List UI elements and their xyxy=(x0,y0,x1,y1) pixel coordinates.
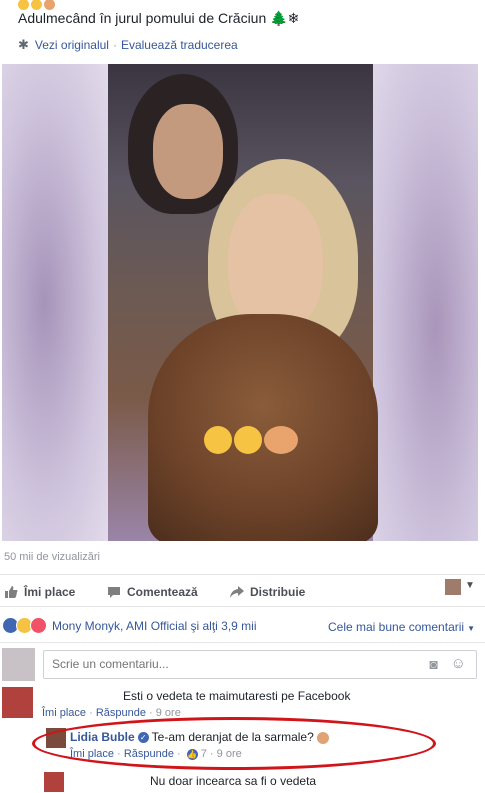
commenter-avatar[interactable] xyxy=(2,687,33,718)
gear-icon[interactable]: ✱ xyxy=(18,37,29,53)
video-blur-left xyxy=(2,64,108,541)
comment-label: Comentează xyxy=(127,585,198,599)
video-emoji-overlay xyxy=(204,426,298,454)
woman-face xyxy=(228,194,323,334)
reactions-text: Mony Monyk, AMI Official şi alţi 3,9 mii xyxy=(52,618,257,633)
comment-text: Esti o vedeta te maimutaresti pe Faceboo… xyxy=(123,689,351,703)
redacted-name xyxy=(40,685,120,705)
chevron-down-icon[interactable]: ▼ xyxy=(465,580,475,591)
like-label: Îmi place xyxy=(24,585,76,599)
laughing-emoji-icon xyxy=(204,426,232,454)
video-frame xyxy=(108,64,378,541)
share-button[interactable]: Distribuie xyxy=(230,585,305,599)
video-player[interactable] xyxy=(2,64,478,541)
laughing-emoji-icon xyxy=(18,0,29,10)
share-label: Distribuie xyxy=(250,585,306,599)
comment-text: Nu doar incearca sa fi o vedeta xyxy=(150,774,317,788)
comment-meta: Îmi place · Răspunde · 9 ore xyxy=(42,707,181,719)
reaction-emoji-strip xyxy=(18,0,78,10)
divider xyxy=(0,642,485,643)
laughing-emoji-icon xyxy=(234,426,262,454)
share-arrow-icon xyxy=(230,586,244,598)
comment-sort-dropdown[interactable]: Cele mai bune comentarii ▼ xyxy=(328,620,475,634)
chevron-down-icon: ▼ xyxy=(467,624,475,633)
comment-box: ◙ ☺ xyxy=(43,650,477,679)
divider xyxy=(0,606,485,607)
like-button[interactable]: Îmi place xyxy=(4,585,75,599)
comment-like-link[interactable]: Îmi place xyxy=(42,707,86,719)
post-caption: Adulmecând în jurul pomului de Crăciun 🌲… xyxy=(18,10,300,26)
camera-icon[interactable]: ◙ xyxy=(430,656,438,672)
comment-reply-link[interactable]: Răspunde xyxy=(96,707,146,719)
love-reaction-icon xyxy=(30,617,47,634)
couple-emoji-icon xyxy=(44,0,55,10)
video-blur-right xyxy=(372,64,478,541)
page-avatar-selector[interactable] xyxy=(445,579,461,595)
commenter-avatar[interactable] xyxy=(44,772,64,792)
laughing-emoji-icon xyxy=(31,0,42,10)
translation-bar: ✱ Vezi originalul · Evaluează traducerea xyxy=(18,37,238,53)
see-original-link[interactable]: Vezi originalul xyxy=(35,38,109,52)
view-count: 50 mii de vizualizări xyxy=(4,551,100,563)
divider xyxy=(0,574,485,575)
redacted-name xyxy=(66,770,148,790)
comment-icon xyxy=(108,587,120,598)
reactions-summary[interactable]: Mony Monyk, AMI Official şi alţi 3,9 mii xyxy=(2,617,257,634)
couple-emoji-icon xyxy=(264,426,298,454)
thumbs-up-icon xyxy=(5,586,18,598)
separator: · xyxy=(112,38,117,52)
action-bar: Îmi place Comentează Distribuie xyxy=(0,579,485,605)
comment-button[interactable]: Comentează xyxy=(107,585,198,599)
man-face xyxy=(153,104,223,199)
comment-input[interactable] xyxy=(50,656,394,672)
emoji-picker-icon[interactable]: ☺ xyxy=(451,655,466,672)
current-user-avatar xyxy=(2,648,35,681)
highlight-ellipse xyxy=(32,717,436,770)
comment-sort-label: Cele mai bune comentarii xyxy=(328,620,465,634)
rate-translation-link[interactable]: Evaluează traducerea xyxy=(121,38,238,52)
